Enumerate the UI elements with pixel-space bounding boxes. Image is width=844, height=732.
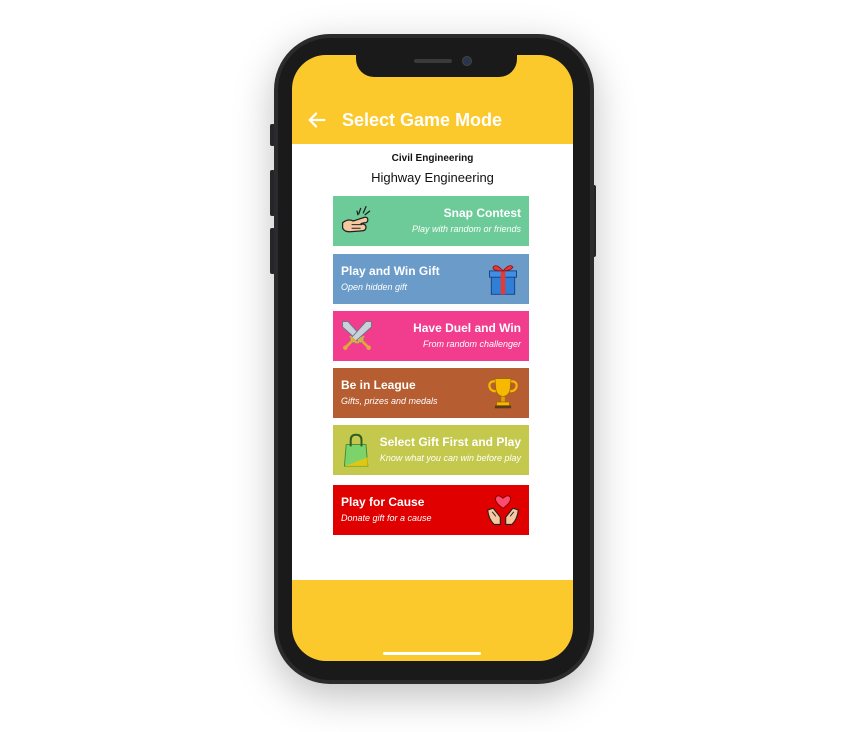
mode-subtitle: From random challenger	[422, 339, 521, 349]
mode-card-play-and-win-gift[interactable]: Play and Win Gift Open hidden gift	[333, 254, 529, 304]
crossed-swords-icon	[342, 321, 372, 350]
topic-label: Highway Engineering	[371, 170, 494, 185]
mode-card-play-for-cause[interactable]: Play for Cause Donate gift for a cause	[333, 485, 529, 535]
subject-label: Civil Engineering	[391, 153, 474, 164]
back-arrow-icon[interactable]	[306, 109, 328, 131]
mode-subtitle: Know what you can win before play	[379, 453, 521, 463]
mode-card-have-duel-and-win[interactable]: Have Duel and Win From random challenger	[333, 311, 529, 361]
mode-card-be-in-league[interactable]: Be in League Gifts, prizes and medals	[333, 368, 529, 418]
mode-subtitle: Play with random or friends	[411, 224, 521, 234]
trophy-icon	[488, 378, 518, 409]
mode-title: Have Duel and Win	[413, 321, 521, 335]
mode-title: Be in League	[341, 378, 416, 392]
earpiece-speaker	[414, 59, 452, 63]
gift-box-icon	[489, 265, 517, 295]
mode-subtitle: Open hidden gift	[341, 282, 408, 292]
snap-fingers-icon	[341, 205, 371, 233]
mode-title: Play for Cause	[341, 495, 425, 509]
heart-hands-icon	[487, 495, 519, 525]
mode-title: Play and Win Gift	[341, 264, 440, 278]
mode-subtitle: Donate gift for a cause	[341, 513, 432, 523]
front-camera	[462, 56, 472, 66]
game-mode-panel: Civil Engineering Highway Engineering Sn…	[292, 144, 573, 580]
mode-subtitle: Gifts, prizes and medals	[341, 396, 438, 406]
mode-title: Select Gift First and Play	[379, 435, 521, 449]
shopping-bag-icon	[343, 433, 369, 467]
mode-title: Snap Contest	[443, 206, 521, 220]
mode-card-select-gift-first-and-play[interactable]: Select Gift First and Play Know what you…	[333, 425, 529, 475]
mode-card-snap-contest[interactable]: Snap Contest Play with random or friends	[333, 196, 529, 246]
app-header: Select Game Mode	[292, 100, 573, 144]
home-indicator[interactable]	[383, 652, 481, 655]
page-title: Select Game Mode	[342, 110, 503, 130]
